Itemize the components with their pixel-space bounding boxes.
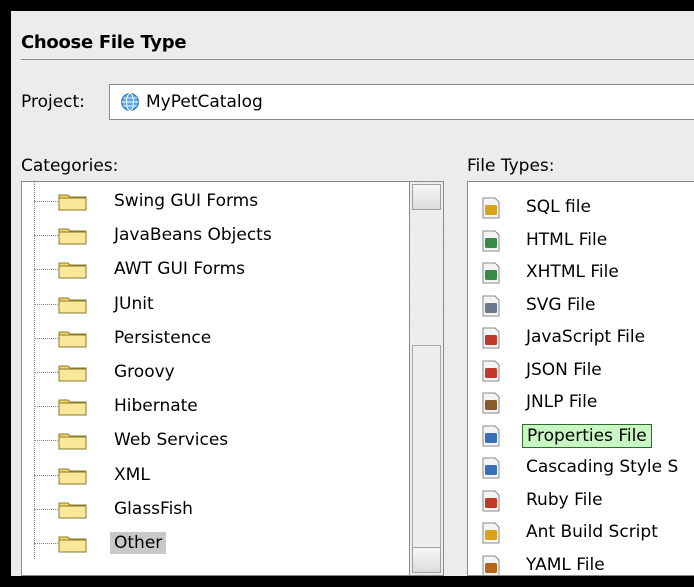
tree-connector <box>34 235 58 237</box>
folder-icon <box>58 194 87 211</box>
folder-icon <box>58 365 87 382</box>
category-item[interactable]: XML <box>22 458 409 492</box>
tree-connector <box>34 508 58 510</box>
file-type-item[interactable]: XHTML File <box>468 256 694 289</box>
category-label: XML <box>114 464 150 485</box>
category-label: AWT GUI Forms <box>114 259 246 280</box>
folder-icon <box>58 468 87 485</box>
file-type-label: JavaScript File <box>526 327 646 347</box>
categories-label: Categories: <box>21 156 119 176</box>
sql-file-icon <box>482 197 500 219</box>
file-type-item[interactable]: YAML File <box>468 549 694 575</box>
project-label: Project: <box>21 92 85 112</box>
file-type-item[interactable]: JNLP File <box>468 386 694 419</box>
globe-icon <box>121 93 139 111</box>
yaml-file-icon <box>482 555 500 575</box>
category-label: JavaBeans Objects <box>114 225 272 246</box>
folder-icon <box>58 297 87 314</box>
file-type-item[interactable]: HTML File <box>468 224 694 257</box>
categories-tree[interactable]: Swing GUI Forms JavaBeans Objects AWT GUI … <box>21 181 409 576</box>
file-type-item[interactable]: JavaScript File <box>468 321 694 354</box>
ruby-file-icon <box>482 490 500 511</box>
folder-icon <box>58 433 87 450</box>
file-types-list[interactable]: SQL file HTML File XHTML File SVG File JavaS… <box>467 181 694 576</box>
category-item[interactable]: AWT GUI Forms <box>22 252 409 286</box>
properties-file-icon <box>482 425 500 446</box>
category-item[interactable]: Other <box>22 526 409 560</box>
file-type-item[interactable]: SQL file <box>468 191 694 224</box>
category-label: Groovy <box>114 362 175 382</box>
file-types-label: File Types: <box>467 156 555 176</box>
category-item[interactable]: Groovy <box>22 355 409 389</box>
json-file-icon <box>482 360 500 381</box>
new-file-dialog-panel: Choose File Type Project: MyPetCatalog C… <box>11 11 694 576</box>
project-value: MyPetCatalog <box>146 92 263 112</box>
file-type-item[interactable]: Ant Build Script <box>468 516 694 549</box>
tree-connector <box>34 543 58 544</box>
scrollbar-thumb[interactable] <box>412 345 441 551</box>
tree-connector <box>34 440 58 442</box>
svg-file-icon <box>482 295 500 316</box>
html-file-icon <box>482 230 500 251</box>
title-divider <box>21 59 694 60</box>
categories-scrollbar[interactable] <box>409 181 444 576</box>
tree-connector <box>34 303 58 305</box>
category-item[interactable]: Swing GUI Forms <box>22 184 409 218</box>
project-combobox[interactable]: MyPetCatalog <box>109 84 694 120</box>
file-type-label: Properties File <box>522 423 652 448</box>
file-type-item[interactable]: Properties File <box>468 419 694 452</box>
file-type-item[interactable]: SVG File <box>468 289 694 322</box>
ant-build-icon <box>482 522 500 544</box>
category-label: Hibernate <box>114 396 198 417</box>
file-type-label: YAML File <box>526 554 605 575</box>
file-type-label: JNLP File <box>526 392 598 412</box>
folder-icon <box>58 331 87 348</box>
css-file-icon <box>482 457 500 479</box>
scroll-down-button[interactable] <box>412 547 441 573</box>
category-label: Web Services <box>114 430 229 451</box>
tree-connector <box>34 406 58 408</box>
category-label: JUnit <box>114 293 154 314</box>
tree-connector <box>34 201 58 202</box>
tree-connector <box>34 372 58 373</box>
tree-connector <box>34 269 58 271</box>
folder-icon <box>58 262 87 279</box>
category-item[interactable]: JUnit <box>22 287 409 321</box>
category-item[interactable]: Persistence <box>22 321 409 355</box>
folder-icon <box>58 502 87 519</box>
dialog-title: Choose File Type <box>21 32 187 53</box>
category-label: Persistence <box>114 327 212 348</box>
file-type-label: XHTML File <box>526 262 619 282</box>
category-item[interactable]: JavaBeans Objects <box>22 218 409 252</box>
file-type-label: Ruby File <box>526 489 603 510</box>
folder-icon <box>58 536 87 553</box>
category-item[interactable]: GlassFish <box>22 492 409 526</box>
category-label: GlassFish <box>114 498 193 519</box>
file-type-label: Cascading Style S <box>526 457 679 477</box>
category-item[interactable]: Hibernate <box>22 389 409 423</box>
file-type-label: Ant Build Script <box>526 522 658 542</box>
folder-icon <box>58 399 87 416</box>
xhtml-file-icon <box>482 262 500 284</box>
file-type-label: JSON File <box>526 359 602 380</box>
file-type-label: HTML File <box>526 229 608 250</box>
file-type-item[interactable]: JSON File <box>468 354 694 387</box>
file-type-label: SQL file <box>526 197 591 217</box>
file-type-label: SVG File <box>526 294 596 315</box>
category-label: Other <box>110 532 167 554</box>
tree-connector <box>34 474 58 476</box>
file-type-item[interactable]: Cascading Style S <box>468 451 694 484</box>
category-item[interactable]: Web Services <box>22 423 409 457</box>
jnlp-file-icon <box>482 392 500 414</box>
scroll-up-button[interactable] <box>412 184 441 210</box>
category-label: Swing GUI Forms <box>114 191 259 211</box>
folder-icon <box>58 228 87 245</box>
file-type-item[interactable]: Ruby File <box>468 484 694 517</box>
javascript-file-icon <box>482 327 500 349</box>
tree-connector <box>34 337 58 339</box>
